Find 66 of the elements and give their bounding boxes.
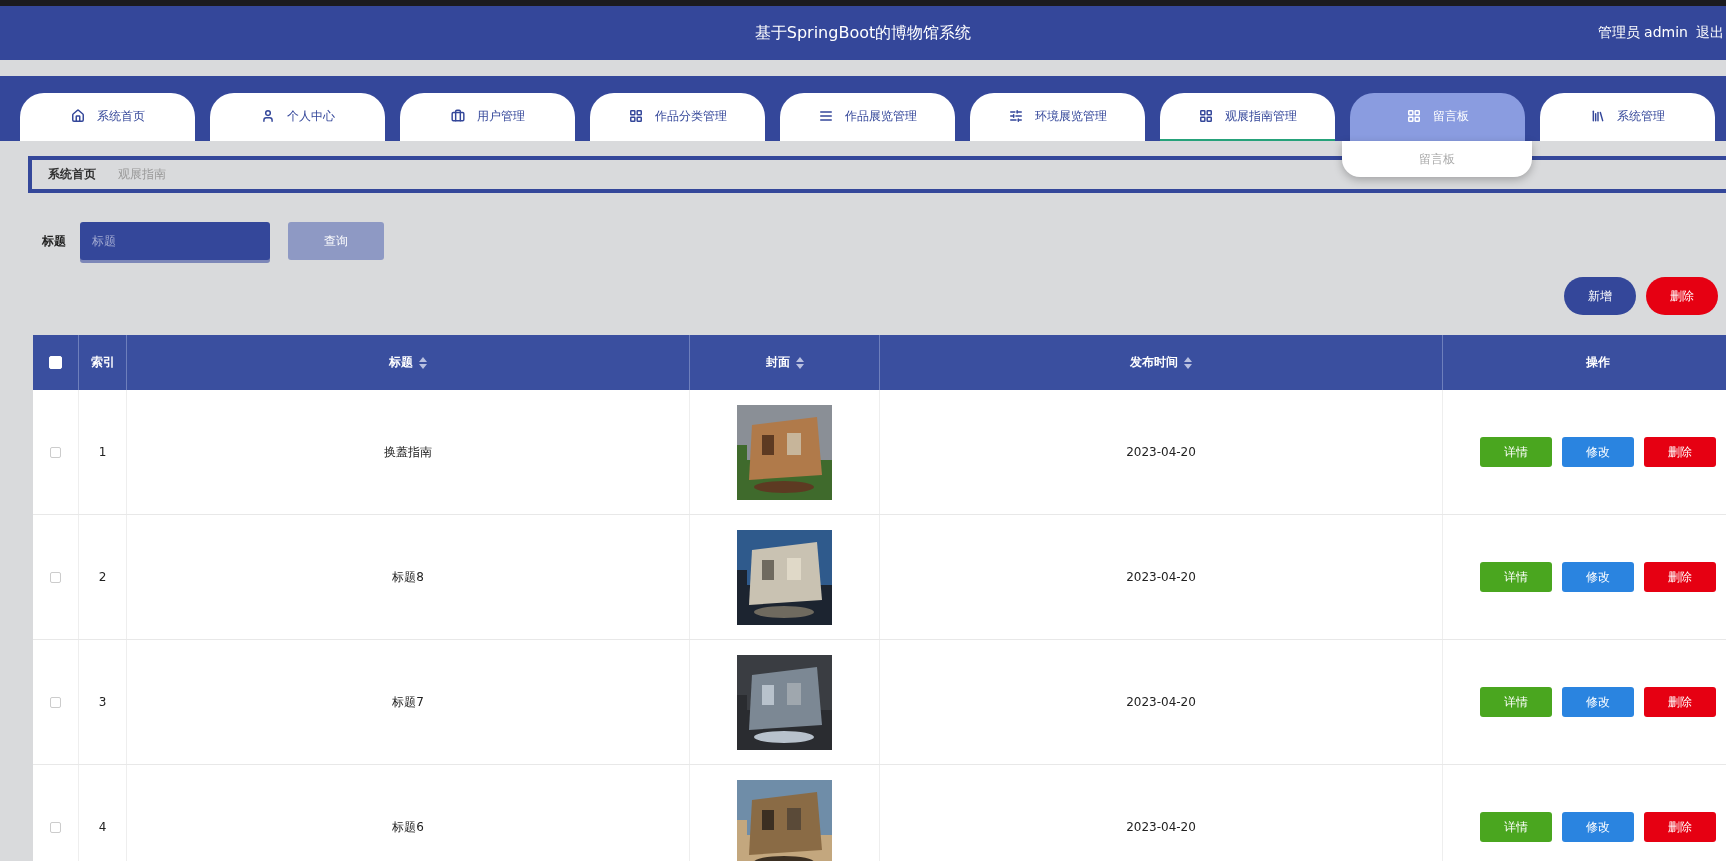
- sort-icon: [419, 356, 427, 369]
- date-text: 2023-04-20: [1126, 445, 1196, 459]
- detail-button[interactable]: 详情: [1479, 562, 1552, 592]
- book-icon: [1590, 109, 1605, 123]
- grid-icon: [1198, 109, 1213, 123]
- breadcrumb-item[interactable]: 系统首页: [48, 166, 96, 183]
- header-cell: 操作: [1443, 335, 1726, 390]
- home-icon: [70, 109, 85, 123]
- title-text: 标题8: [392, 568, 424, 586]
- header-cell: 索引: [79, 335, 127, 390]
- briefcase-icon: [450, 109, 465, 123]
- delete-button[interactable]: 删除: [1643, 812, 1716, 842]
- menu-item[interactable]: 留言板: [1419, 150, 1455, 168]
- index-text: 2: [98, 570, 107, 584]
- index-text: 3: [98, 695, 107, 709]
- title-text: 标题6: [392, 818, 424, 836]
- nav-tab[interactable]: 环境展览管理: [970, 93, 1145, 141]
- edit-button[interactable]: 修改: [1561, 562, 1634, 592]
- user-label: 管理员 admin: [1597, 24, 1688, 42]
- select-all-checkbox[interactable]: [49, 356, 62, 369]
- nav-tab[interactable]: 观展指南管理: [1160, 93, 1335, 141]
- grid-icon: [1406, 109, 1421, 123]
- delete-button[interactable]: 删除: [1646, 277, 1718, 315]
- nav-tab[interactable]: 系统首页: [20, 93, 195, 141]
- delete-button[interactable]: 删除: [1643, 437, 1716, 467]
- nav-tab[interactable]: 留言板: [1350, 93, 1525, 141]
- title-text: 换蓋指南: [384, 443, 432, 461]
- date-text: 2023-04-20: [1126, 820, 1196, 834]
- row-checkbox[interactable]: [50, 821, 61, 833]
- nav-tab[interactable]: 系统管理: [1540, 93, 1715, 141]
- header-cell[interactable]: 标题: [127, 335, 690, 390]
- header-cell[interactable]: 发布时间: [880, 335, 1443, 390]
- add-button[interactable]: 新增: [1564, 277, 1636, 315]
- query-button[interactable]: 查询: [288, 222, 384, 260]
- list-icon: [818, 109, 833, 123]
- delete-button[interactable]: 删除: [1643, 687, 1716, 717]
- sort-icon: [1184, 356, 1192, 369]
- detail-button[interactable]: 详情: [1479, 687, 1552, 717]
- detail-button[interactable]: 详情: [1479, 812, 1552, 842]
- title-input-field[interactable]: 标题: [80, 222, 270, 260]
- nav-tab[interactable]: 作品分类管理: [590, 93, 765, 141]
- app-title: 基于SpringBoot的博物馆系统: [754, 22, 972, 44]
- logout-link[interactable]: 退出: [1696, 24, 1724, 42]
- row-checkbox[interactable]: [50, 571, 61, 583]
- field-label: 标题: [42, 232, 66, 250]
- row-checkbox[interactable]: [50, 696, 61, 708]
- edit-button[interactable]: 修改: [1561, 687, 1634, 717]
- delete-button[interactable]: 删除: [1643, 562, 1716, 592]
- detail-button[interactable]: 详情: [1479, 437, 1552, 467]
- grid-icon: [628, 109, 643, 123]
- nav-tab[interactable]: 个人中心: [210, 93, 385, 141]
- header-cell[interactable]: 封面: [690, 335, 880, 390]
- breadcrumb-item: 观展指南: [118, 166, 166, 183]
- edit-button[interactable]: 修改: [1561, 437, 1634, 467]
- nav-tab[interactable]: 作品展览管理: [780, 93, 955, 141]
- index-text: 1: [98, 445, 107, 459]
- user-icon: [260, 109, 275, 123]
- sort-icon: [795, 356, 804, 369]
- date-text: 2023-04-20: [1126, 695, 1196, 709]
- index-text: 4: [98, 820, 107, 834]
- date-text: 2023-04-20: [1126, 570, 1196, 584]
- nav-tab[interactable]: 用户管理: [400, 93, 575, 141]
- title-text: 标题7: [392, 693, 424, 711]
- sliders-icon: [1008, 109, 1023, 123]
- row-checkbox[interactable]: [50, 446, 61, 458]
- edit-button[interactable]: 修改: [1561, 812, 1634, 842]
